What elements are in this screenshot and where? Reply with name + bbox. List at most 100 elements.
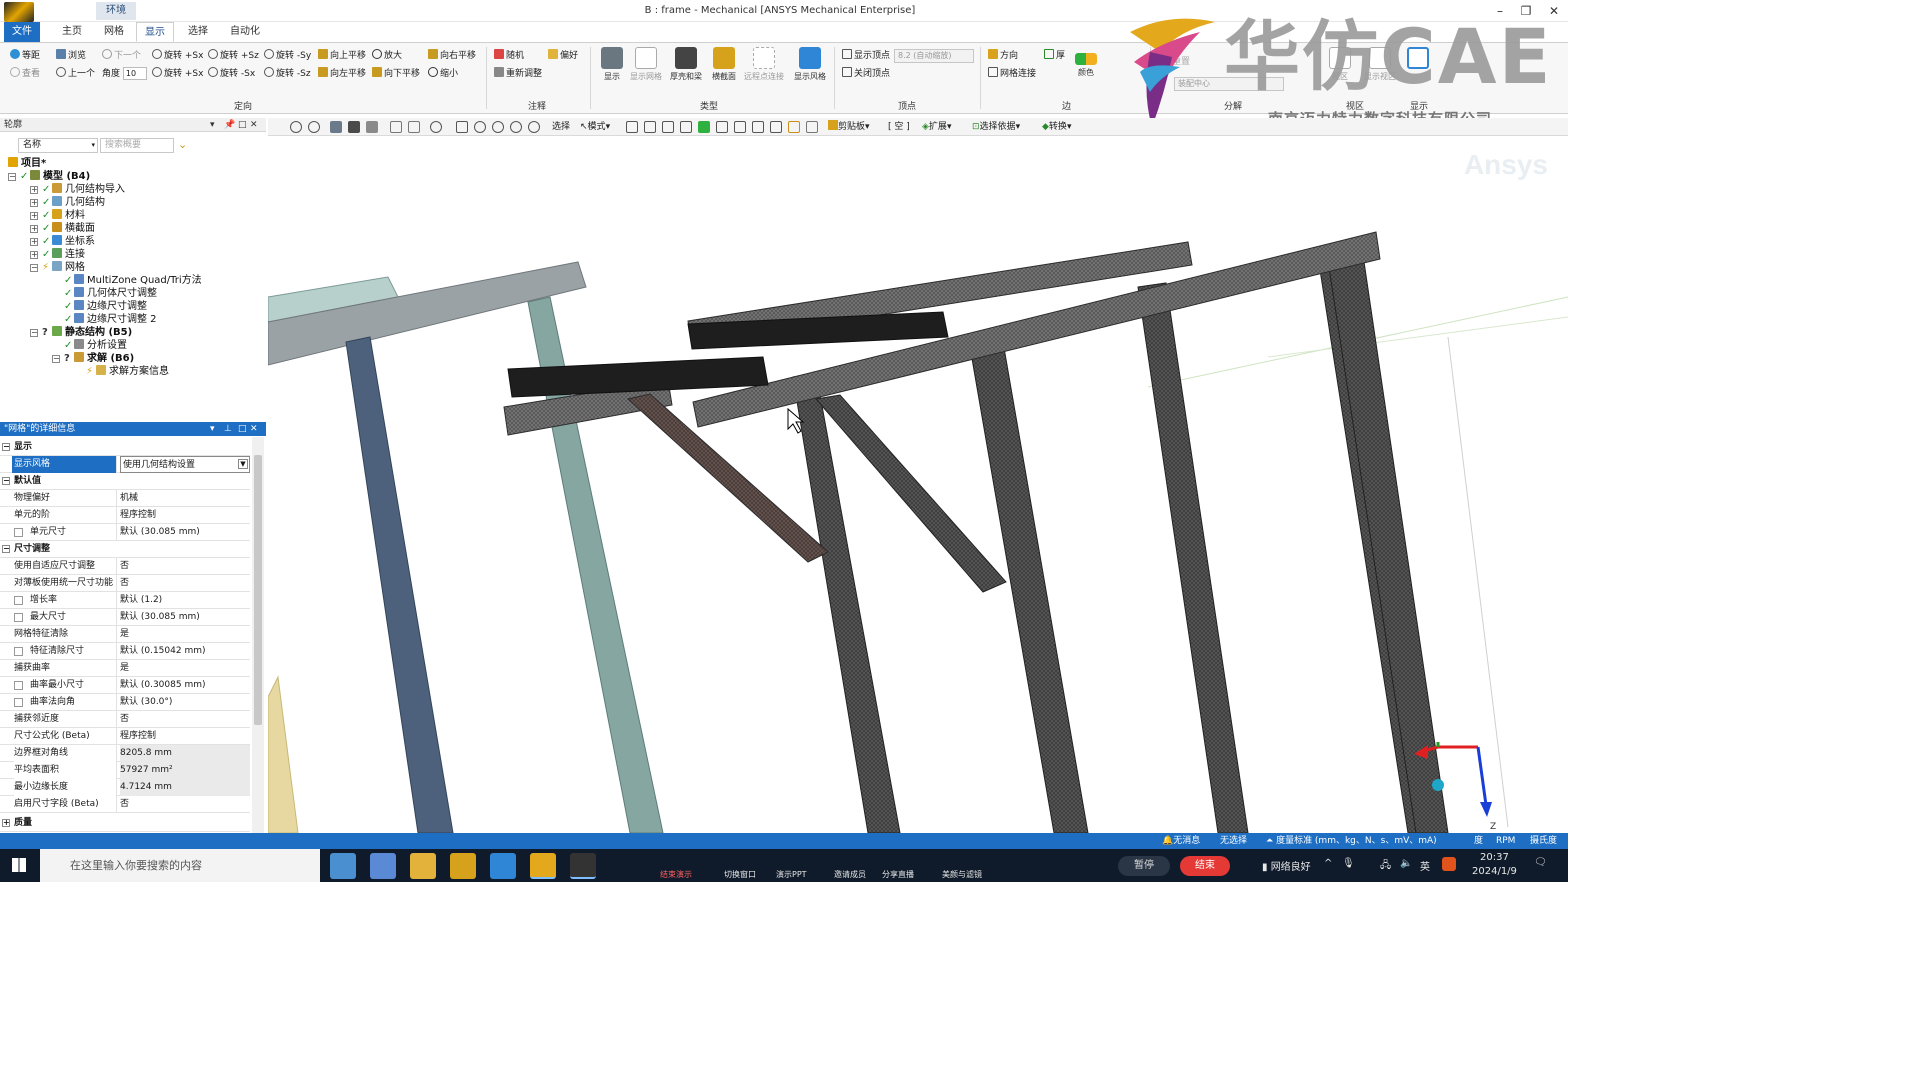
expand-icon[interactable]: + [30,225,38,233]
convert-dropdown[interactable]: ◆转换▾ [1042,120,1071,134]
app-icon-5[interactable] [490,853,516,879]
display-style-button[interactable]: 显示风格 [790,47,830,82]
mesh-model-render[interactable]: Z [268,137,1568,833]
details-row[interactable]: 捕获邻近度否 [0,711,250,728]
pan-left-button[interactable]: 向左平移 [318,67,366,81]
tree-node-connections[interactable]: ✓ 连接 [42,248,85,261]
shaded-icon[interactable] [330,121,342,133]
show-vertices-button[interactable]: 显示顶点 [842,49,890,63]
look-at-button[interactable]: 查看 [10,67,40,81]
isometric-button[interactable]: 等距 [10,49,40,63]
pan-up-button[interactable]: 向上平移 [318,49,366,63]
select-history-icon[interactable] [806,121,818,133]
input-language[interactable]: 英 [1420,858,1430,873]
left-yellow-plate[interactable] [268,675,299,833]
details-row[interactable]: 启用尺寸字段 (Beta) 否 [0,796,250,813]
app-icon-1[interactable] [330,853,356,879]
select-element-face-icon[interactable] [716,121,728,133]
context-tab-environment[interactable]: 环境 [96,2,136,20]
browse-button[interactable]: 浏览 [56,49,86,63]
details-section[interactable]: − 尺寸调整 [0,541,250,558]
notification-icon[interactable]: 🗨 [1534,857,1547,868]
input-method-icon[interactable] [1442,857,1456,871]
rotate-plus-sz-button[interactable]: 旋转 +Sz [208,49,259,63]
thick-shell-beam-button[interactable]: 厚壳和梁 [666,47,706,82]
preference-button[interactable]: 偏好 [548,49,578,63]
details-scrollbar[interactable] [252,437,264,833]
details-row[interactable]: 使用自适应尺寸调整否 [0,558,250,575]
tree-node-mesh[interactable]: ⚡ 网格 [42,261,85,274]
collapse-icon[interactable]: − [30,329,38,337]
clock-time[interactable]: 20:37 [1480,852,1509,863]
graphics-viewport[interactable]: Ansys Z [268,137,1568,833]
pan-down-button[interactable]: 向下平移 [372,67,420,81]
meeting-end-share[interactable]: 结束演示 [660,869,692,880]
mode-dropdown[interactable]: ↖模式▾ [580,120,610,134]
filter-type-select[interactable]: 名称 ▾ [18,138,98,153]
zoom-icon[interactable] [474,121,486,133]
cross-section-button[interactable]: 横截面 [704,47,744,82]
display-style-select[interactable]: 使用几何结构设置 [120,456,250,473]
zoom-box-icon[interactable] [528,121,540,133]
zoom-out-icon[interactable] [308,121,320,133]
rotate-minus-sz-button[interactable]: 旋转 -Sz [264,67,311,81]
clock-date[interactable]: 2024/1/9 [1472,866,1517,877]
edges-icon[interactable] [366,121,378,133]
select-all-icon[interactable] [770,121,782,133]
details-row[interactable]: 单元的阶 程序控制 [0,507,250,524]
details-section[interactable]: − 显示 [0,439,250,456]
right-column[interactable] [1327,254,1449,833]
tab-selection[interactable]: 选择 [180,22,216,42]
pan-right-button[interactable]: 向右平移 [428,49,476,63]
mesh-connection-button[interactable]: 网格连接 [988,67,1036,81]
pause-button[interactable]: 暂停 [1118,856,1170,876]
status-units[interactable]: ⏶ 度量标准 (mm、kg、N、s、mV、mA) [1266,833,1437,849]
tree-node-cross-sections[interactable]: ✓ 横截面 [42,222,95,235]
tree-node-analysis-settings[interactable]: ✓ 分析设置 [64,339,127,352]
meeting-invite[interactable]: 邀请成员 [834,869,866,880]
outline-search-input[interactable]: 搜索概要 [100,138,174,153]
rotate-minus-sy-button[interactable]: 旋转 -Sy [264,49,311,63]
box-zoom-icon[interactable] [390,121,402,133]
left-blue-column[interactable] [345,336,454,833]
expand-icon[interactable]: + [30,251,38,259]
tree-node-solution-information[interactable]: ⚡ 求解方案信息 [86,365,169,378]
details-row[interactable]: 物理偏好 机械 [0,490,250,507]
rescale-button[interactable]: 重新调整 [494,67,542,81]
zoom-out-button[interactable]: 缩小 [428,67,458,81]
filter-options-icon[interactable]: ⌄ [178,138,187,151]
tree-node-project[interactable]: 项目* [8,157,46,170]
zoom-fit-icon[interactable] [510,121,522,133]
expand-icon[interactable]: + [30,238,38,246]
angle-input[interactable]: 10 [122,67,147,80]
pin-icon[interactable]: ⊥ [224,422,232,436]
dropdown-icon[interactable]: ▾ [210,118,215,132]
select-element-icon[interactable] [734,121,746,133]
expand-icon[interactable]: + [30,199,38,207]
workbench-icon[interactable] [450,853,476,879]
details-row[interactable]: 最大尺寸 默认 (30.085 mm) [0,609,250,626]
tree-node-edge-sizing[interactable]: ✓ 边缘尺寸调整 [64,300,147,313]
maximize-icon[interactable]: □ [238,118,247,132]
meeting-switch-window[interactable]: 切换窗口 [724,869,756,880]
select-by-dropdown[interactable]: ⊡选择依据▾ [972,120,1020,134]
zoom-in-button[interactable]: 放大 [372,49,402,63]
color-button[interactable]: 颜色 [1066,53,1106,78]
tab-display[interactable]: 显示 [136,22,174,42]
details-row-display-style[interactable]: 显示风格 使用几何结构设置 ▼ [0,456,250,473]
status-messages[interactable]: 🔔无消息 [1162,833,1200,849]
maximize-icon[interactable]: □ [238,422,247,436]
front-column[interactable] [792,372,901,833]
taskbar-search-input[interactable]: 在这里输入你要搜索的内容 [40,849,320,882]
file-explorer-icon[interactable] [410,853,436,879]
expand-icon[interactable]: + [30,212,38,220]
tree-node-edge-sizing-2[interactable]: ✓ 边缘尺寸调整 2 [64,313,157,326]
clipboard-dropdown[interactable]: 剪贴板▾ [828,120,870,134]
details-row[interactable]: 捕获曲率是 [0,660,250,677]
details-row[interactable]: 单元尺寸 默认 (30.085 mm) [0,524,250,541]
next-view-button[interactable]: 下一个 [102,49,141,63]
mechanical-icon[interactable] [570,853,596,879]
details-row[interactable]: 曲率法向角 默认 (30.0°) [0,694,250,711]
tree-node-geometry-import[interactable]: ✓ 几何结构导入 [42,183,125,196]
collapse-icon[interactable]: − [30,264,38,272]
